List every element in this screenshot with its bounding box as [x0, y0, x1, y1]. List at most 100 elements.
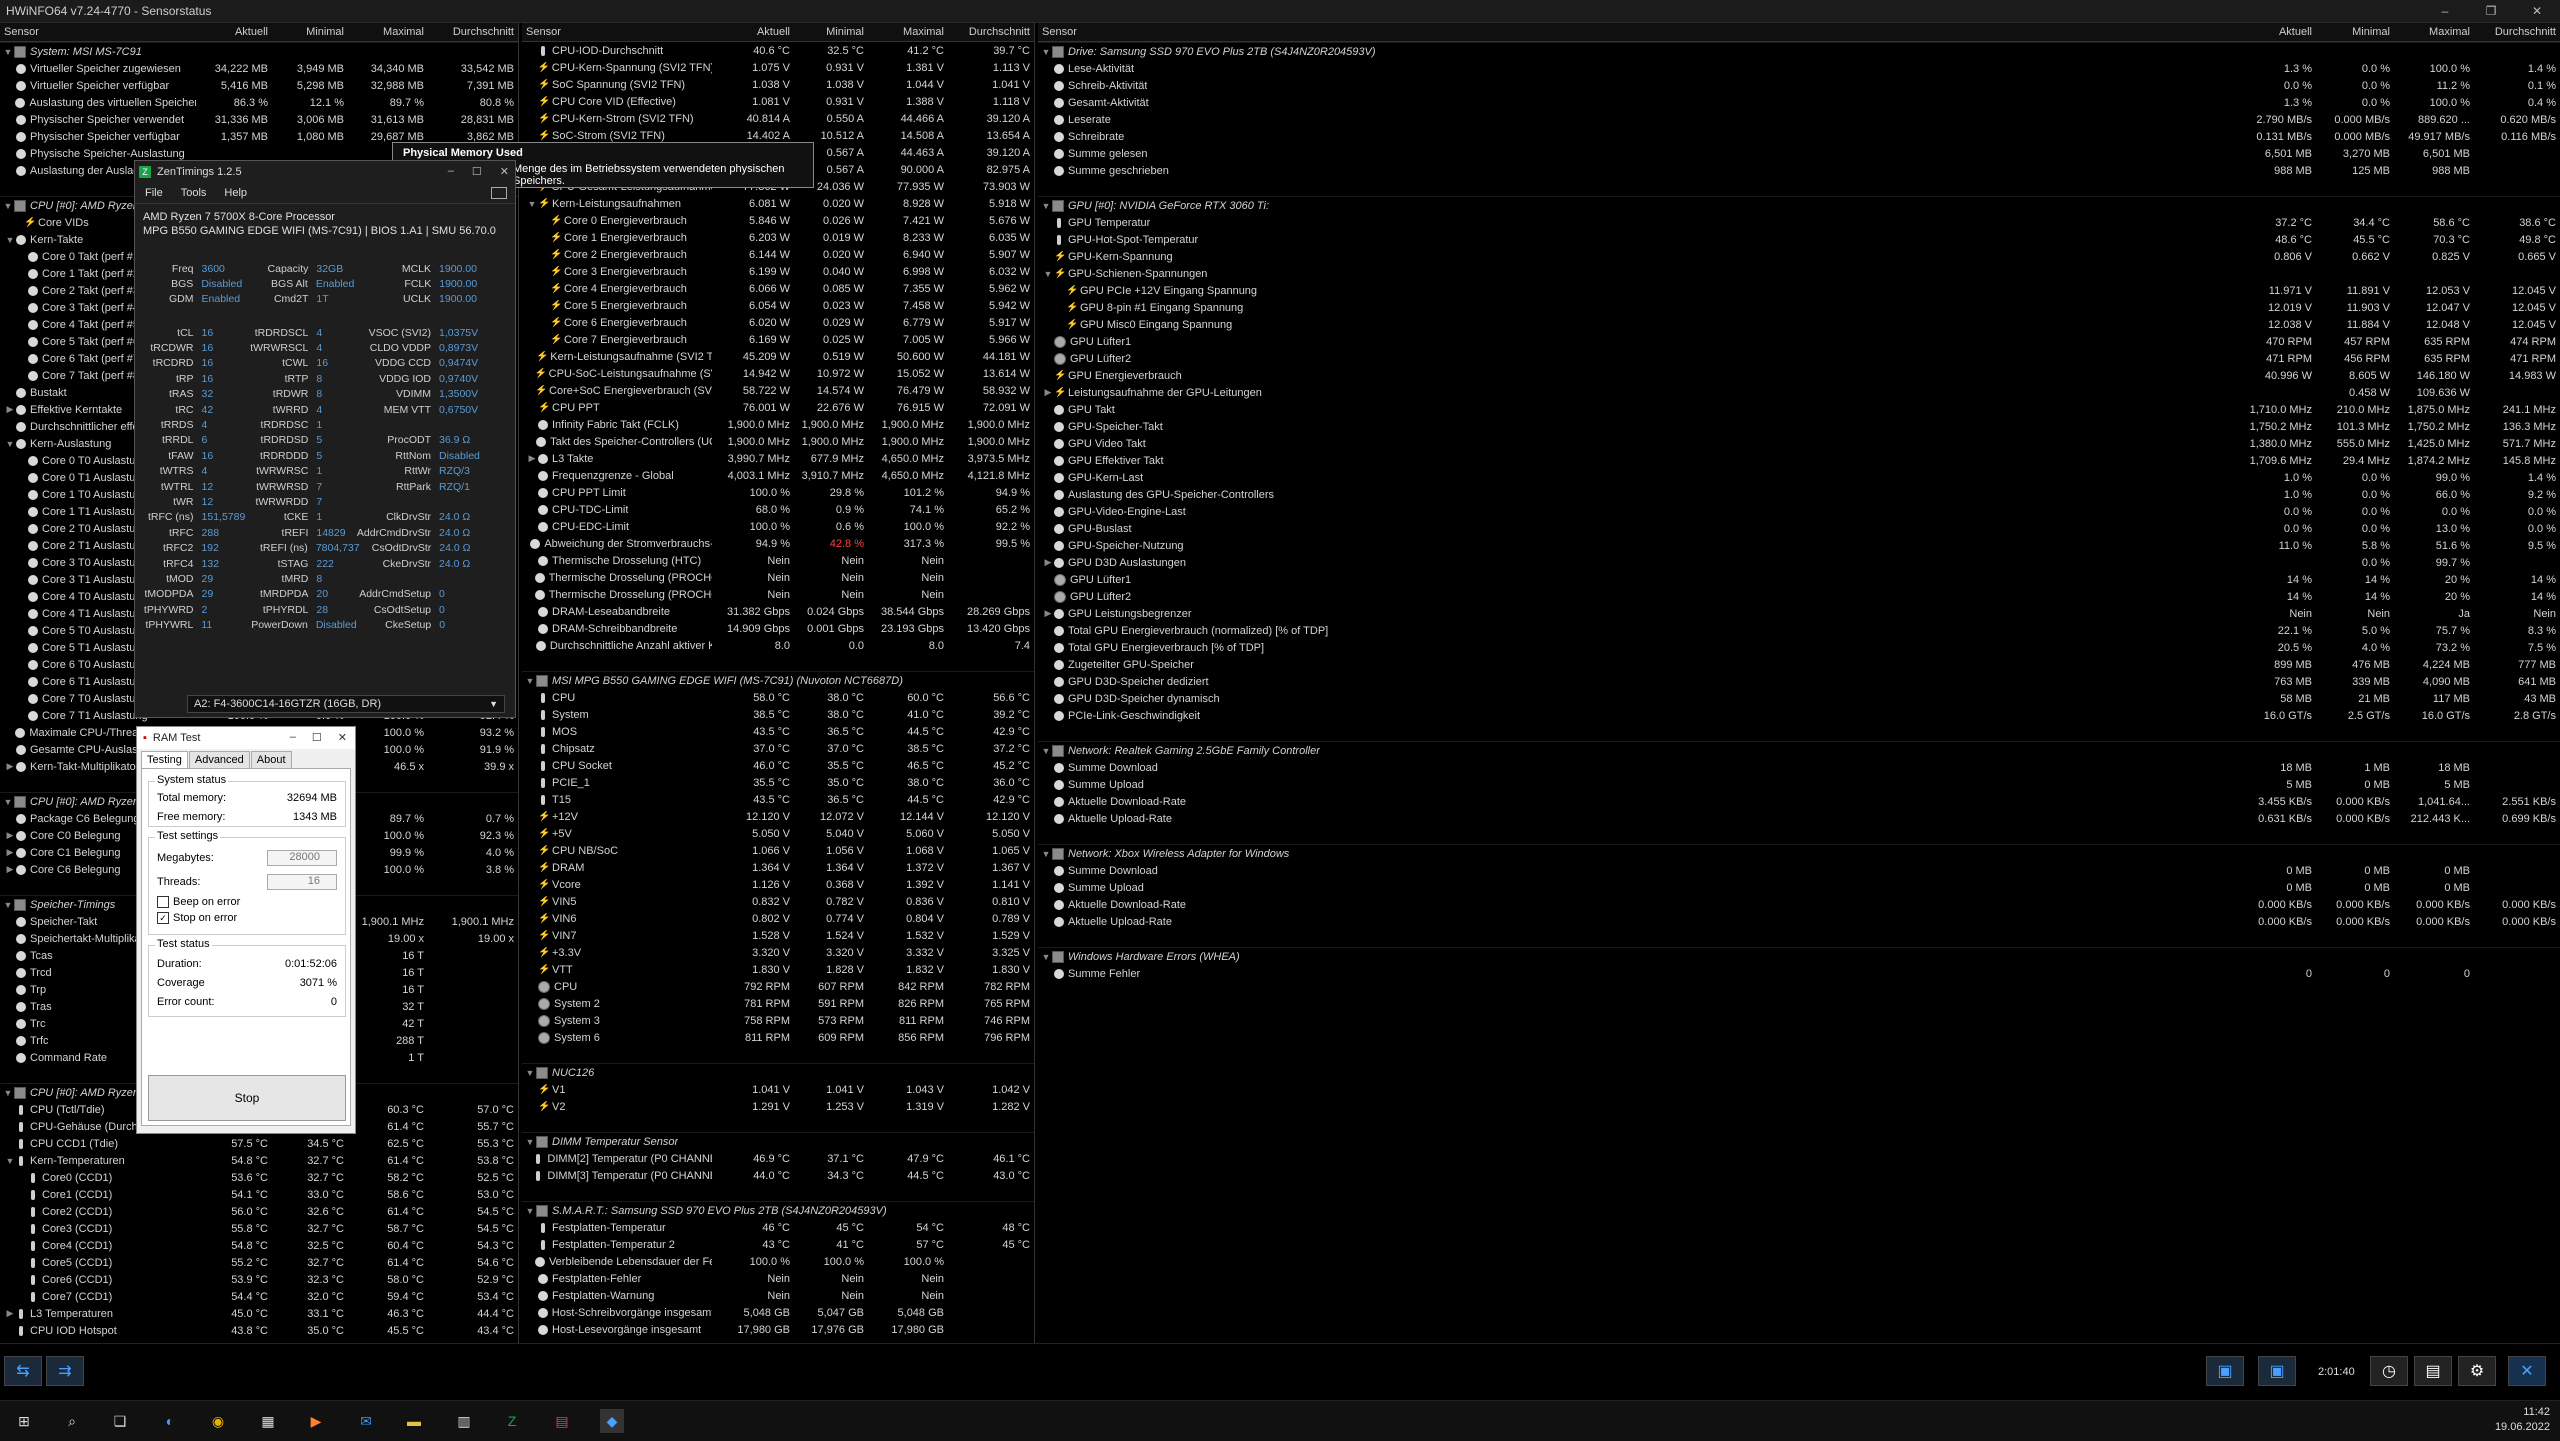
sensor-row[interactable]: GPU-Hot-Spot-Temperatur 48.6 °C 45.5 °C 70.… [1038, 231, 2560, 248]
sensor-row[interactable]: Summe Download 0 MB 0 MB 0 MB [1038, 862, 2560, 879]
expand-toggle-icon[interactable]: ▶ [4, 404, 16, 415]
sensor-row[interactable]: ⚡ Core 6 Energieverbrauch 6.020 W 0.029 W 6.… [522, 314, 1034, 331]
sensor-row[interactable]: Aktuelle Download-Rate 0.000 KB/s 0.000 KB… [1038, 896, 2560, 913]
sensor-row[interactable]: ⚡ GPU PCIe +12V Eingang Spannung 11.971 V 1… [1038, 282, 2560, 299]
sensor-row[interactable]: System 38.5 °C 38.0 °C 41.0 °C 39.2 °C [522, 706, 1034, 723]
sensor-row[interactable]: Core2 (CCD1) 56.0 °C 32.6 °C 61.4 °C 54.5 °C [0, 1203, 518, 1220]
sensor-row[interactable]: Physischer Speicher verwendet 31,336 MB 3,… [0, 111, 518, 128]
sensor-row[interactable]: GPU-Video-Engine-Last 0.0 % 0.0 % 0.0 % 0.0 … [1038, 503, 2560, 520]
search-icon[interactable]: ⌕ [60, 1409, 84, 1433]
sensor-row[interactable]: GPU-Speicher-Takt 1,750.2 MHz 101.3 MHz 1,7… [1038, 418, 2560, 435]
navigate-forward-icon[interactable]: ⇉ [46, 1356, 84, 1386]
sensor-row[interactable]: Abweichung der Stromverbrauchs-Berichter… [522, 535, 1034, 552]
sensor-row[interactable]: ⚡ GPU-Kern-Spannung 0.806 V 0.662 V 0.825 V 0… [1038, 248, 2560, 265]
sensor-row[interactable]: ▶ L3 Takte 3,990.7 MHz 677.9 MHz 4,650.0 MHz… [522, 450, 1034, 467]
task-view-icon[interactable]: ❏ [108, 1409, 132, 1433]
sensor-row[interactable]: CPU 58.0 °C 38.0 °C 60.0 °C 56.6 °C [522, 689, 1034, 706]
sensor-row[interactable]: Core3 (CCD1) 55.8 °C 32.7 °C 58.7 °C 54.5 °C [0, 1220, 518, 1237]
expand-toggle-icon[interactable]: ▼ [1040, 952, 1052, 962]
expand-toggle-icon[interactable]: ▼ [4, 235, 16, 245]
sensor-row[interactable]: ⚡ CPU PPT 76.001 W 22.676 W 76.915 W 72.091 W [522, 399, 1034, 416]
maximize-icon[interactable]: ☐ [312, 731, 322, 744]
sensor-row[interactable]: Auslastung des GPU-Speicher-Controllers 1… [1038, 486, 2560, 503]
column-avg[interactable]: Durchschnitt [2474, 26, 2560, 38]
column-sensor[interactable]: Sensor [522, 26, 712, 38]
expand-toggle-icon[interactable]: ▶ [1042, 608, 1054, 619]
sensor-row[interactable]: Aktuelle Download-Rate 3.455 KB/s 0.000 KB… [1038, 793, 2560, 810]
sensor-row[interactable]: ⚡ V2 1.291 V 1.253 V 1.319 V 1.282 V [522, 1098, 1034, 1115]
sensor-row[interactable]: ▶ GPU D3D Auslastungen 0.0 % 99.7 % [1038, 554, 2560, 571]
sensor-row[interactable]: ⚡ Vcore 1.126 V 0.368 V 1.392 V 1.141 V [522, 876, 1034, 893]
sensor-row[interactable]: ▶ ⚡ Leistungsaufnahme der GPU-Leitungen 0.4… [1038, 384, 2560, 401]
sensor-row[interactable]: ⚡ CPU Core VID (Effective) 1.081 V 0.931 V 1… [522, 93, 1034, 110]
sensor-row[interactable]: System 2 781 RPM 591 RPM 826 RPM 765 RPM [522, 995, 1034, 1012]
threads-input[interactable]: 16 [267, 874, 337, 890]
expand-toggle-icon[interactable]: ▼ [524, 1068, 536, 1078]
expand-toggle-icon[interactable]: ▼ [1040, 746, 1052, 756]
sensor-row[interactable]: CPU 792 RPM 607 RPM 842 RPM 782 RPM [522, 978, 1034, 995]
sensor-row[interactable]: ⚡ Core 4 Energieverbrauch 6.066 W 0.085 W 7.… [522, 280, 1034, 297]
minimize-icon[interactable]: – [448, 165, 454, 178]
sensor-row[interactable]: Thermische Drosselung (PROCHOT EXT) Nein N… [522, 586, 1034, 603]
sensor-row[interactable]: T15 43.5 °C 36.5 °C 44.5 °C 42.9 °C [522, 791, 1034, 808]
sensor-group-row[interactable]: ▼ System: MSI MS-7C91 [0, 42, 518, 60]
sensor-row[interactable]: DIMM[3] Temperatur (P0 CHANNEL B/DIMM 1)… [522, 1167, 1034, 1184]
sensor-row[interactable]: Leserate 2.790 MB/s 0.000 MB/s 889.620 ... 0… [1038, 111, 2560, 128]
start-icon[interactable]: ⊞ [12, 1409, 36, 1433]
tab-advanced[interactable]: Advanced [188, 751, 250, 768]
expand-toggle-icon[interactable]: ▼ [2, 1088, 14, 1098]
sensor-row[interactable]: ▶ L3 Temperaturen 45.0 °C 33.1 °C 46.3 °C 44.… [0, 1305, 518, 1322]
sensor-group-row[interactable]: ▼ Windows Hardware Errors (WHEA) [1038, 947, 2560, 965]
memory-profile-select[interactable]: A2: F4-3600C14-16GTZR (16GB, DR) ▼ [187, 695, 505, 713]
sensor-row[interactable]: ⚡ +12V 12.120 V 12.072 V 12.144 V 12.120 V [522, 808, 1034, 825]
sensor-row[interactable]: Core0 (CCD1) 53.6 °C 32.7 °C 58.2 °C 52.5 °C [0, 1169, 518, 1186]
sensor-row[interactable]: GPU Takt 1,710.0 MHz 210.0 MHz 1,875.0 MHz 2… [1038, 401, 2560, 418]
sensor-row[interactable]: ⚡ Core 0 Energieverbrauch 5.846 W 0.026 W 7.… [522, 212, 1034, 229]
sensor-row[interactable]: Virtueller Speicher zugewiesen 34,222 MB 3… [0, 60, 518, 77]
sensor-row[interactable]: ⚡ DRAM 1.364 V 1.364 V 1.372 V 1.367 V [522, 859, 1034, 876]
sensor-row[interactable]: ▼ Kern-Temperaturen 54.8 °C 32.7 °C 61.4 °C 5… [0, 1152, 518, 1169]
sensor-row[interactable]: ⚡ Core 7 Energieverbrauch 6.169 W 0.025 W 7.… [522, 331, 1034, 348]
maximize-icon[interactable]: ☐ [472, 165, 482, 178]
sensor-row[interactable]: Takt des Speicher-Controllers (UCLK) 1,90… [522, 433, 1034, 450]
sensor-row[interactable]: Summe Upload 0 MB 0 MB 0 MB [1038, 879, 2560, 896]
expand-toggle-icon[interactable]: ▼ [524, 1137, 536, 1147]
sensor-group-row[interactable]: ▼ DIMM Temperatur Sensor [522, 1132, 1034, 1150]
expand-toggle-icon[interactable]: ▶ [4, 830, 16, 841]
sensor-row[interactable]: CPU PPT Limit 100.0 % 29.8 % 101.2 % 94.9 % [522, 484, 1034, 501]
sensor-row[interactable]: GPU Temperatur 37.2 °C 34.4 °C 58.6 °C 38.6 … [1038, 214, 2560, 231]
sensor-row[interactable]: Lese-Aktivität 1.3 % 0.0 % 100.0 % 1.4 % [1038, 60, 2560, 77]
sensor-row[interactable]: Summe Fehler 0 0 0 [1038, 965, 2560, 982]
column-sensor[interactable]: Sensor [0, 26, 196, 38]
sensor-row[interactable]: ⚡Kern-Leistungsaufnahme (SVI2 TFN) 45.209… [522, 348, 1034, 365]
expand-toggle-icon[interactable]: ▶ [4, 761, 16, 772]
sensor-row[interactable]: ⚡ Core 3 Energieverbrauch 6.199 W 0.040 W 6.… [522, 263, 1034, 280]
sensor-row[interactable]: ⚡ +5V 5.050 V 5.040 V 5.060 V 5.050 V [522, 825, 1034, 842]
sensor-row[interactable]: GPU D3D-Speicher dediziert 763 MB 339 MB 4,… [1038, 673, 2560, 690]
sensor-row[interactable]: ⚡ SoC Spannung (SVI2 TFN) 1.038 V 1.038 V 1.… [522, 76, 1034, 93]
app-icon[interactable]: ▥ [452, 1409, 476, 1433]
expand-toggle-icon[interactable]: ▶ [4, 864, 16, 875]
sensor-row[interactable]: PCIe-Link-Geschwindigkeit 16.0 GT/s 2.5 GT… [1038, 707, 2560, 724]
column-sensor[interactable]: Sensor [1038, 26, 2230, 38]
outlook-icon[interactable]: ✉ [354, 1409, 378, 1433]
sensor-row[interactable]: Host-Lesevorgänge insgesamt 17,980 GB 17,9… [522, 1321, 1034, 1338]
sensor-row[interactable]: Zugeteilter GPU-Speicher 899 MB 476 MB 4,22… [1038, 656, 2560, 673]
sensor-row[interactable]: DIMM[2] Temperatur (P0 CHANNEL A/DIMM 1)… [522, 1150, 1034, 1167]
column-min[interactable]: Minimal [272, 26, 348, 38]
sensor-group-row[interactable]: ▼ NUC126 [522, 1063, 1034, 1081]
sensor-row[interactable]: Verbleibende Lebensdauer der Festplatte 1… [522, 1253, 1034, 1270]
beep-on-error-checkbox[interactable]: Beep on error [149, 894, 345, 910]
expand-toggle-icon[interactable]: ▼ [4, 439, 16, 449]
navigate-back-icon[interactable]: ⇆ [4, 1356, 42, 1386]
sensor-row[interactable]: ⚡ V1 1.041 V 1.041 V 1.043 V 1.042 V [522, 1081, 1034, 1098]
sensor-row[interactable]: ⚡ +3.3V 3.320 V 3.320 V 3.332 V 3.325 V [522, 944, 1034, 961]
sensor-row[interactable]: Total GPU Energieverbrauch [% of TDP] 20.… [1038, 639, 2560, 656]
close-icon[interactable]: ✕ [2508, 1356, 2546, 1386]
expand-toggle-icon[interactable]: ▼ [1040, 849, 1052, 859]
sensor-row[interactable]: GPU Lüfter1 470 RPM 457 RPM 635 RPM 474 RPM [1038, 333, 2560, 350]
expand-toggle-icon[interactable]: ▶ [4, 847, 16, 858]
sensor-row[interactable]: Core7 (CCD1) 54.4 °C 32.0 °C 59.4 °C 53.4 °C [0, 1288, 518, 1305]
expand-toggle-icon[interactable]: ▼ [1040, 201, 1052, 211]
column-header[interactable]: Sensor Aktuell Minimal Maximal Durchschnitt [1038, 23, 2560, 42]
